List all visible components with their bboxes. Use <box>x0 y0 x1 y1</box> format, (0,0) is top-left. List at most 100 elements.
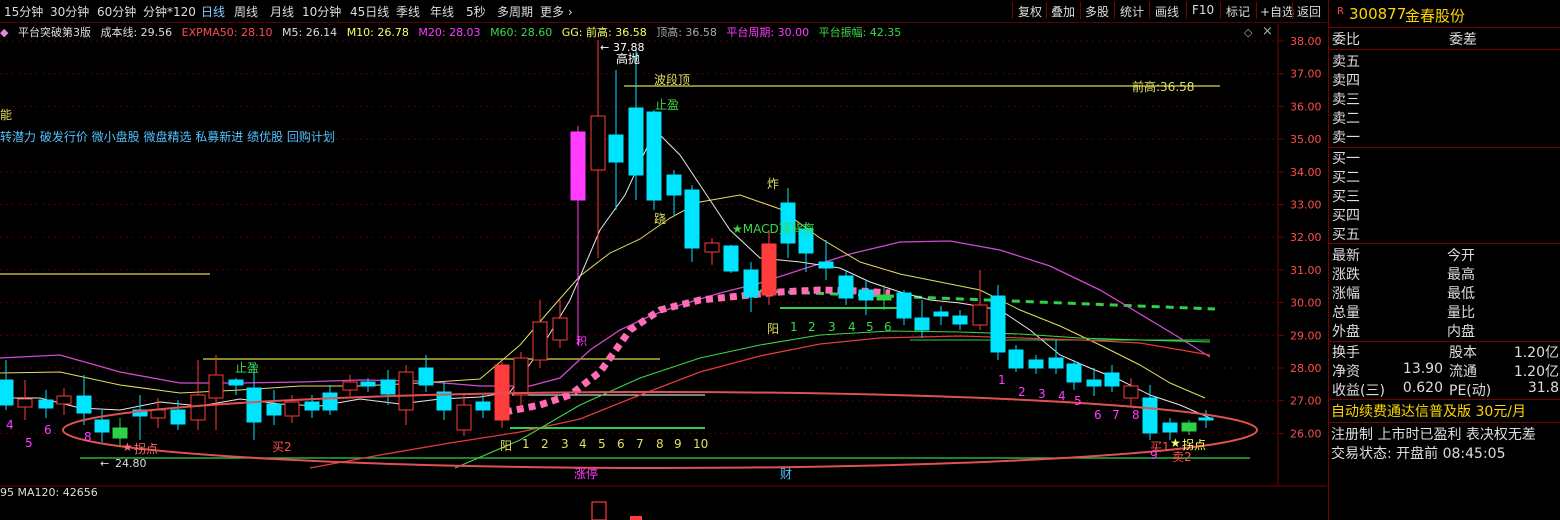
sequence-number: 4 <box>848 320 856 334</box>
candle-body <box>1028 359 1044 369</box>
fund-label-right: PE(动) <box>1449 383 1492 399</box>
sell-level-row[interactable]: 卖五 <box>1329 51 1560 71</box>
sell-level-row[interactable]: 卖三 <box>1329 89 1560 109</box>
gao-pao-label: 高抛 <box>616 52 641 66</box>
stock-code: 300877 <box>1349 5 1407 23</box>
listing-notice: 注册制 上市时已盈利 表决权无差 <box>1331 427 1536 443</box>
buy-level-row[interactable]: 买四 <box>1329 205 1560 225</box>
sell2-right: 卖2 <box>1172 450 1192 464</box>
low-price-label: 24.80 <box>115 457 147 470</box>
stat-label-right: 最高 <box>1447 267 1475 283</box>
sequence-number: 5 <box>1074 394 1082 408</box>
stat-label-left: 涨跌 <box>1332 267 1360 283</box>
close-icon[interactable]: × <box>1262 24 1273 39</box>
trade-status-label: 交易状态: <box>1331 446 1392 462</box>
stat-row: 总量 量比 <box>1329 302 1560 322</box>
volume-header: 95 MA120: 42656 <box>0 486 98 499</box>
candle-body <box>304 401 320 411</box>
price-tick-label: 37.00 <box>1290 68 1322 81</box>
promo-text: 自动续费通达信普及版 <box>1331 404 1471 420</box>
candle-body <box>1008 349 1024 369</box>
candle-body <box>532 321 548 361</box>
price-tick-label: 35.00 <box>1290 133 1322 146</box>
candle-body <box>0 379 14 406</box>
candle-body <box>322 392 338 411</box>
wei-cha-label: 委差 <box>1449 32 1477 48</box>
promo-banner[interactable]: 自动续费通达信普及版 30元/月 <box>1331 401 1526 421</box>
sequence-number: 6 <box>617 437 625 451</box>
candle-body <box>933 311 949 317</box>
high-arrow-icon: ← <box>600 41 610 54</box>
fund-value: 0.620 <box>1402 380 1443 396</box>
sell-level-row[interactable]: 卖一 <box>1329 127 1560 147</box>
concept-tags: 转潜力 破发行价 微小盘股 微盘精选 私募新进 绩优股 回购计划 <box>0 130 335 144</box>
price-tick-label: 27.00 <box>1290 395 1322 408</box>
trade-status-value: 开盘前 08:45:05 <box>1396 446 1506 462</box>
sequence-number: 2 <box>541 437 549 451</box>
buy-level-row[interactable]: 买三 <box>1329 186 1560 206</box>
buy-level-label: 买二 <box>1332 170 1360 186</box>
buy-level-row[interactable]: 买一 <box>1329 148 1560 168</box>
candle-body <box>475 401 491 411</box>
candle-body <box>94 419 110 433</box>
indicator-name[interactable]: 平台突破第3版 <box>18 26 91 39</box>
buy-level-row[interactable]: 买二 <box>1329 167 1560 187</box>
candle-body <box>360 381 376 387</box>
candle-body <box>190 394 206 421</box>
candle-body <box>1142 397 1158 434</box>
candle-body <box>284 401 300 417</box>
fund-value-right: 1.20亿 <box>1513 345 1559 361</box>
r-icon: R <box>1337 6 1344 17</box>
candle-body <box>858 289 874 301</box>
sequence-number: 2 <box>1018 385 1026 399</box>
price-axis: 38.00 37.00 36.00 35.00 34.00 33.00 32.00 31.00… <box>1278 35 1322 440</box>
fund-label: 净资 <box>1332 364 1360 380</box>
price-tick-label: 28.00 <box>1290 362 1322 375</box>
quote-panel: R 300877 金春股份 委比 委差 卖五 卖四 卖三 卖二 卖一 买一 买二 买三 买四 买五… <box>1328 0 1560 520</box>
fundamental-row: 换手 股本 1.20亿 <box>1329 342 1560 362</box>
candle-body <box>228 379 244 386</box>
candle-body <box>914 317 930 331</box>
stat-label-left: 总量 <box>1332 305 1360 321</box>
candle-body <box>743 269 759 298</box>
sequence-number: 7 <box>1112 408 1120 422</box>
sequence-number: 6 <box>884 320 892 334</box>
buy-level-label: 买三 <box>1332 189 1360 205</box>
finance-label: 财 <box>780 467 793 481</box>
candle-body <box>1181 422 1197 432</box>
sell-level-label: 卖四 <box>1332 73 1360 89</box>
diamond-icon[interactable]: ◇ <box>1244 26 1252 39</box>
candle-body <box>1104 372 1120 387</box>
sequence-number: 5 <box>25 436 33 450</box>
sell-level-row[interactable]: 卖二 <box>1329 108 1560 128</box>
price-tick-label: 38.00 <box>1290 35 1322 48</box>
top-high-value: 顶高: 36.58 <box>656 26 717 39</box>
indicator-header: ◆ 平台突破第3版 成本线: 29.56 EXPMA50: 28.10 M5: … <box>0 24 907 40</box>
sequence-number: 7 <box>636 437 644 451</box>
sell-level-label: 卖三 <box>1332 92 1360 108</box>
m10-value: M10: 26.78 <box>346 26 409 39</box>
platform-amp: 平台振幅: 42.35 <box>818 26 902 39</box>
sequence-number: 3 <box>828 320 836 334</box>
sell-level-label: 卖二 <box>1332 111 1360 127</box>
sequence-number: 4 <box>6 418 14 432</box>
candle-body <box>646 111 662 201</box>
buy-level-row[interactable]: 买五 <box>1329 224 1560 244</box>
price-tick-label: 34.00 <box>1290 166 1322 179</box>
sequence-number: 6 <box>1094 408 1102 422</box>
candle-body <box>590 115 606 171</box>
jiao-label: 跷 <box>654 212 667 226</box>
candle-body <box>952 315 968 325</box>
fund-label: 换手 <box>1332 345 1360 361</box>
turning-point-left: 拐点 <box>134 442 159 456</box>
fundamental-row: 净资 13.90 流通 1.20亿 <box>1329 361 1560 381</box>
sequence-number: 3 <box>1038 387 1046 401</box>
sequence-number: 4 <box>579 437 587 451</box>
fund-value-right: 31.8 <box>1527 380 1559 396</box>
sequence-number: 5 <box>598 437 606 451</box>
chevron-down-icon[interactable]: ◆ <box>0 26 8 39</box>
candle-body <box>990 295 1006 353</box>
sell-level-row[interactable]: 卖四 <box>1329 70 1560 90</box>
buy-level-label: 买四 <box>1332 208 1360 224</box>
candle-body <box>266 403 282 416</box>
